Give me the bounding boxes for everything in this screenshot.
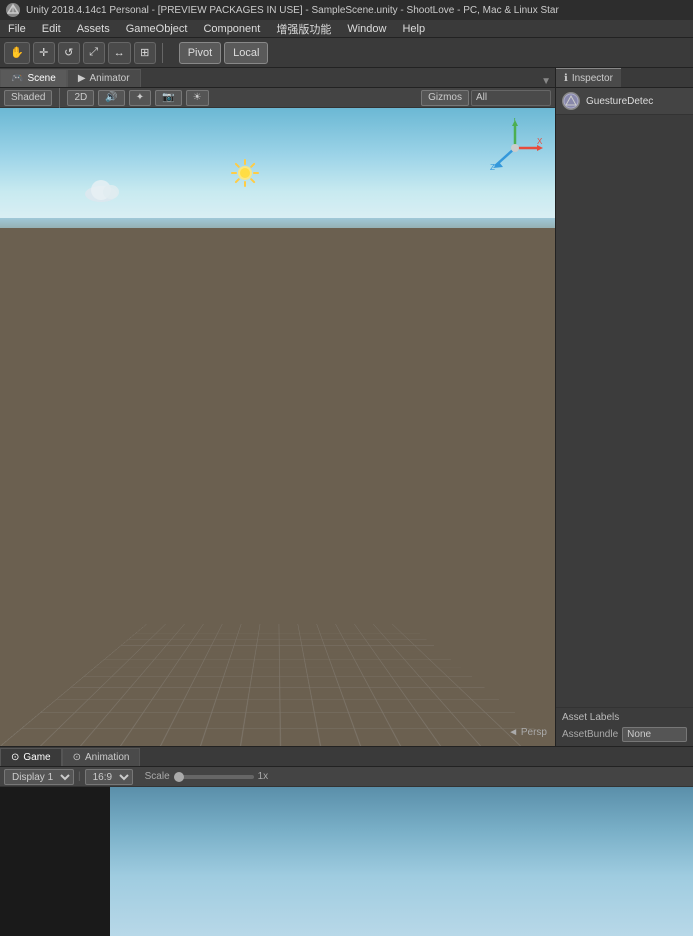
game-sky-view (110, 787, 693, 936)
animator-tab-label: Animator (90, 73, 130, 84)
tool-hand[interactable]: ✋ (4, 42, 30, 64)
main-layout: 🎮 Scene ▶ Animator ▼ Shaded 2D 🔊 ✦ 📷 ☀ G… (0, 68, 693, 746)
gizmos-button[interactable]: Gizmos (421, 90, 469, 106)
inspector-tab-label: Inspector (572, 73, 613, 84)
twod-button[interactable]: 2D (67, 90, 94, 106)
scale-slider[interactable] (174, 775, 254, 779)
svg-text:Y: Y (512, 118, 518, 123)
scene-options-bar: Shaded 2D 🔊 ✦ 📷 ☀ Gizmos (0, 88, 555, 108)
animation-tab-icon: ⊙ (73, 752, 81, 763)
game-viewport (0, 787, 693, 936)
game-toolbar: Display 1 | 16:9 Scale 1x (0, 767, 693, 787)
menu-help[interactable]: Help (394, 20, 433, 37)
title-bar: Unity 2018.4.14c1 Personal - [PREVIEW PA… (0, 0, 693, 20)
panel-collapse-btn[interactable]: ▼ (541, 76, 555, 87)
camera-button[interactable]: 📷 (155, 90, 181, 106)
asset-bundle-row: AssetBundle None (562, 727, 687, 742)
display-select[interactable]: Display 1 (4, 769, 74, 785)
gizmos-search-group: Gizmos (421, 90, 551, 106)
options-sep-1 (59, 88, 60, 108)
unity-logo (6, 3, 20, 17)
persp-label: ◄ Persp (508, 727, 547, 738)
toolbar: ✋ ✛ ↺ ⤢ ↔ ⊞ Pivot Local (0, 38, 693, 68)
bottom-tabs: ⊙ Game ⊙ Animation (0, 747, 693, 767)
menu-enhanced[interactable]: 增强版功能 (268, 20, 339, 37)
menu-assets[interactable]: Assets (69, 20, 118, 37)
inspector-object-icon (562, 92, 580, 110)
sun-object (230, 158, 260, 188)
sky-button[interactable]: ☀ (186, 90, 209, 106)
inspector-header: GuestureDetec (556, 88, 693, 115)
tab-game[interactable]: ⊙ Game (0, 748, 62, 766)
scene-tab-label: Scene (27, 73, 55, 84)
scene-tabs: 🎮 Scene ▶ Animator ▼ (0, 68, 555, 88)
tool-rotate[interactable]: ↺ (58, 42, 80, 64)
menu-window[interactable]: Window (339, 20, 394, 37)
scene-search-input[interactable] (471, 90, 551, 106)
animator-tab-icon: ▶ (78, 73, 86, 84)
menu-component[interactable]: Component (195, 20, 268, 37)
inspector-content (556, 115, 693, 707)
tab-inspector[interactable]: ℹ Inspector (556, 68, 621, 87)
gizmo-widget: X Y Z (485, 118, 545, 178)
scale-thumb (174, 772, 184, 782)
inspector-tabs: ℹ Inspector (556, 68, 693, 88)
asset-bundle-value[interactable]: None (622, 727, 687, 742)
center-panel: 🎮 Scene ▶ Animator ▼ Shaded 2D 🔊 ✦ 📷 ☀ G… (0, 68, 555, 746)
animation-tab-label: Animation (85, 752, 129, 763)
tool-move[interactable]: ✛ (33, 42, 55, 64)
scale-label: Scale (145, 771, 170, 782)
scale-value: 1x (258, 771, 269, 782)
game-tab-icon: ⊙ (11, 752, 19, 763)
scene-tab-icon: 🎮 (11, 73, 23, 84)
game-tab-label: Game (23, 752, 50, 763)
menu-bar: File Edit Assets GameObject Component 增强… (0, 20, 693, 38)
cloud-object (85, 178, 129, 205)
svg-text:Z: Z (490, 163, 495, 172)
asset-labels-section: Asset Labels AssetBundle None (556, 707, 693, 746)
tool-transform[interactable]: ⊞ (134, 42, 156, 64)
menu-file[interactable]: File (0, 20, 34, 37)
asset-bundle-label: AssetBundle (562, 729, 618, 740)
shaded-button[interactable]: Shaded (4, 90, 52, 106)
pivot-button[interactable]: Pivot (179, 42, 221, 64)
toolbar-sep: | (78, 771, 81, 782)
pivot-local-group: Pivot Local (179, 42, 269, 64)
audio-button[interactable]: 🔊 (98, 90, 124, 106)
game-black-bars (0, 787, 110, 936)
bottom-panel: ⊙ Game ⊙ Animation Display 1 | 16:9 Scal… (0, 746, 693, 936)
svg-text:X: X (537, 137, 543, 146)
tab-animator[interactable]: ▶ Animator (67, 69, 141, 87)
menu-edit[interactable]: Edit (34, 20, 69, 37)
inspector-object-name: GuestureDetec (586, 96, 653, 107)
toolbar-separator-1 (162, 43, 163, 63)
effects-button[interactable]: ✦ (129, 90, 151, 106)
asset-labels-header: Asset Labels (562, 712, 687, 723)
local-button[interactable]: Local (224, 42, 268, 64)
sky-background (0, 108, 555, 228)
scene-viewport: X Y Z ◄ Persp (0, 108, 555, 746)
tab-animation[interactable]: ⊙ Animation (62, 748, 141, 766)
tool-rect[interactable]: ↔ (108, 42, 131, 64)
menu-gameobject[interactable]: GameObject (118, 20, 196, 37)
ratio-select[interactable]: 16:9 (85, 769, 133, 785)
tab-scene[interactable]: 🎮 Scene (0, 69, 67, 87)
inspector-panel: ℹ Inspector GuestureDetec Asset Labels A… (555, 68, 693, 746)
title-text: Unity 2018.4.14c1 Personal - [PREVIEW PA… (26, 5, 559, 16)
inspector-icon: ℹ (564, 73, 568, 84)
tool-scale[interactable]: ⤢ (83, 42, 105, 64)
